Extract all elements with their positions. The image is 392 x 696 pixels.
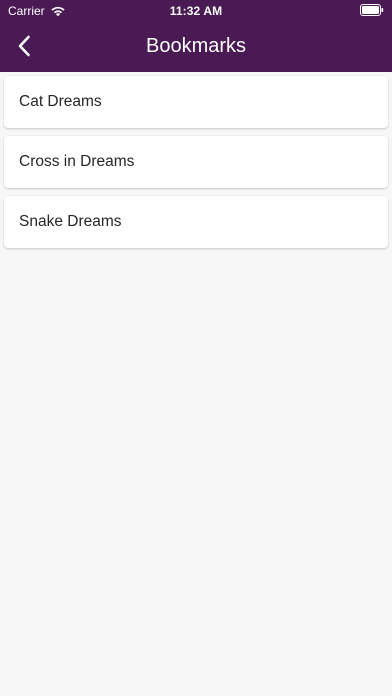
bookmark-item-snake-dreams[interactable]: Snake Dreams (4, 196, 388, 248)
app-header: Carrier 11:32 AM Bookmarks (0, 0, 392, 72)
chevron-left-icon (18, 35, 30, 57)
bookmark-label: Cat Dreams (19, 93, 102, 110)
bookmark-label: Cross in Dreams (19, 153, 135, 170)
status-time: 11:32 AM (169, 4, 223, 18)
bookmark-item-cat-dreams[interactable]: Cat Dreams (4, 76, 388, 128)
navigation-bar: Bookmarks (0, 22, 392, 72)
status-bar: Carrier 11:32 AM (0, 0, 392, 22)
battery-icon (360, 4, 384, 16)
bookmark-item-cross-in-dreams[interactable]: Cross in Dreams (4, 136, 388, 188)
back-button[interactable] (10, 32, 38, 60)
bookmark-label: Snake Dreams (19, 213, 122, 230)
page-title: Bookmarks (145, 35, 247, 57)
bookmark-list: Cat Dreams Cross in Dreams Snake Dreams (4, 76, 388, 248)
